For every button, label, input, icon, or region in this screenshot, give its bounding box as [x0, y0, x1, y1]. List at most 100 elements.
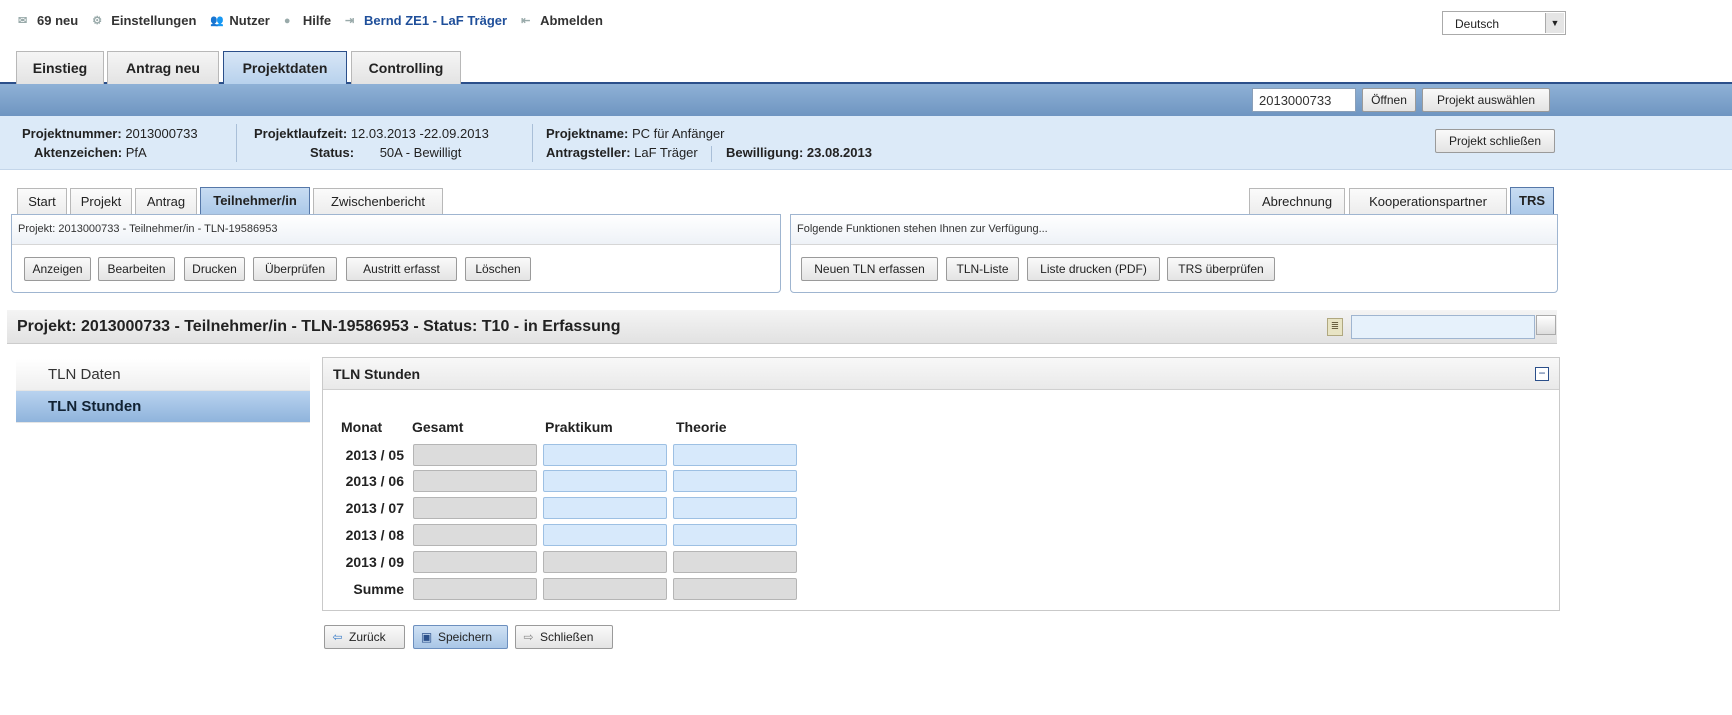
page-title: Projekt: 2013000733 - Teilnehmer/in - TL…: [17, 318, 621, 335]
praktikum-field[interactable]: [543, 444, 667, 466]
open-project-button[interactable]: Öffnen: [1362, 88, 1416, 112]
logout-link[interactable]: ⇤ Abmelden: [521, 13, 603, 28]
trs-check-button[interactable]: TRS überprüfen: [1167, 257, 1275, 281]
theorie-field[interactable]: [673, 524, 797, 546]
praktikum-field[interactable]: [543, 470, 667, 492]
tln-list-button[interactable]: TLN-Liste: [946, 257, 1019, 281]
login-icon: ⇥: [345, 14, 355, 27]
back-button[interactable]: ⇦ Zurück: [324, 625, 405, 649]
info-divider: [532, 124, 533, 162]
subtab-trs[interactable]: TRS: [1510, 187, 1554, 216]
top-utility-bar: ✉ 69 neu ⚙ Einstellungen 👥 Nutzer ● Hilfe ⇥ B…: [0, 0, 1732, 44]
sum-gesamt-field: [413, 578, 537, 600]
status-value: 50A - Bewilligt: [379, 145, 462, 160]
subtab-kooperationspartner[interactable]: Kooperationspartner: [1349, 188, 1507, 215]
col-header-theorie: Theorie: [676, 419, 727, 435]
info-col-name: Projektname: PC für Anfänger Antragstell…: [546, 124, 872, 162]
status-label: Status:: [310, 145, 355, 160]
anzeigen-button[interactable]: Anzeigen: [24, 257, 91, 281]
new-tln-button[interactable]: Neuen TLN erfassen: [801, 257, 938, 281]
austritt-erfasst-button[interactable]: Austritt erfasst: [346, 257, 457, 281]
subtab-abrechnung[interactable]: Abrechnung: [1249, 188, 1345, 215]
praktikum-field[interactable]: [543, 524, 667, 546]
info-divider: [711, 145, 713, 162]
row-label: 2013 / 05: [345, 447, 404, 463]
col-header-praktikum: Praktikum: [545, 419, 613, 435]
save-icon: ▣: [420, 630, 433, 644]
project-number-input[interactable]: 2013000733: [1252, 88, 1356, 112]
loeschen-button[interactable]: Löschen: [465, 257, 531, 281]
row-label: 2013 / 09: [345, 554, 404, 570]
participant-actions-panel: Projekt: 2013000733 - Teilnehmer/in - TL…: [11, 214, 781, 293]
close-doc-icon: ⇨: [523, 630, 534, 644]
save-label: Speichern: [438, 630, 493, 644]
mail-icon: ✉: [18, 14, 28, 27]
row-label: 2013 / 08: [345, 527, 404, 543]
gesamt-field: [413, 524, 537, 546]
tab-antrag-neu[interactable]: Antrag neu: [107, 51, 219, 84]
users-icon: 👥: [210, 14, 225, 27]
aktenzeichen-label: Aktenzeichen:: [34, 145, 123, 160]
help-link[interactable]: ● Hilfe: [284, 13, 331, 28]
close-project-button[interactable]: Projekt schließen: [1435, 129, 1555, 153]
help-icon: ●: [283, 14, 291, 27]
messages-link[interactable]: ✉ 69 neu: [18, 13, 78, 28]
users-link[interactable]: 👥 Nutzer: [210, 13, 269, 28]
save-button[interactable]: ▣ Speichern: [413, 625, 508, 649]
aktenzeichen-value: PfA: [125, 145, 147, 160]
note-icon[interactable]: ≣: [1327, 318, 1343, 336]
select-project-button[interactable]: Projekt auswählen: [1422, 88, 1550, 112]
subtab-zwischenbericht[interactable]: Zwischenbericht: [313, 188, 443, 215]
subtab-antrag[interactable]: Antrag: [135, 188, 197, 215]
col-header-monat: Monat: [341, 419, 383, 435]
theorie-field[interactable]: [673, 497, 797, 519]
praktikum-field[interactable]: [543, 497, 667, 519]
gear-icon: ⚙: [92, 14, 103, 27]
bearbeiten-button[interactable]: Bearbeiten: [98, 257, 175, 281]
gesamt-field: [413, 470, 537, 492]
settings-label: Einstellungen: [111, 13, 197, 28]
tab-projektdaten[interactable]: Projektdaten: [223, 51, 347, 86]
collapse-icon[interactable]: −: [1535, 367, 1549, 381]
projektname-label: Projektname:: [546, 126, 629, 141]
language-select[interactable]: Deutsch ▼: [1442, 11, 1566, 35]
nav-tln-daten[interactable]: TLN Daten: [16, 359, 310, 391]
subtab-teilnehmer[interactable]: Teilnehmer/in: [200, 187, 310, 216]
functions-panel-header: Folgende Funktionen stehen Ihnen zur Ver…: [791, 215, 1557, 245]
tab-einstieg[interactable]: Einstieg: [16, 51, 104, 84]
subtab-start[interactable]: Start: [17, 188, 67, 215]
info-col-number: Projektnummer: 2013000733 Aktenzeichen: …: [22, 124, 198, 162]
main-tabs: Einstieg Antrag neu Projektdaten Control…: [0, 44, 1732, 86]
theorie-field[interactable]: [673, 470, 797, 492]
close-button[interactable]: ⇨ Schließen: [515, 625, 613, 649]
title-search-input[interactable]: [1351, 315, 1535, 339]
col-header-gesamt: Gesamt: [412, 419, 464, 435]
language-value: Deutsch: [1455, 17, 1500, 31]
users-label: Nutzer: [229, 13, 270, 28]
gesamt-field: [413, 551, 537, 573]
bewilligung-value: 23.08.2013: [806, 145, 872, 160]
chevron-down-icon[interactable]: ▼: [1545, 13, 1564, 33]
tab-controlling[interactable]: Controlling: [351, 51, 461, 84]
info-col-runtime: Projektlaufzeit: 12.03.2013 -22.09.2013 …: [254, 124, 489, 162]
subtab-projekt[interactable]: Projekt: [70, 188, 132, 215]
settings-link[interactable]: ⚙ Einstellungen: [92, 13, 196, 28]
sum-row-label: Summe: [353, 581, 404, 597]
print-list-button[interactable]: Liste drucken (PDF): [1027, 257, 1160, 281]
current-user-link[interactable]: ⇥ Bernd ZE1 - LaF Träger: [345, 13, 507, 28]
logout-label: Abmelden: [540, 13, 603, 28]
drucken-button[interactable]: Drucken: [184, 257, 245, 281]
minimize-icon[interactable]: [1536, 315, 1556, 335]
back-label: Zurück: [349, 630, 386, 644]
laufzeit-value: 12.03.2013 -22.09.2013: [350, 126, 489, 141]
arrow-left-icon: ⇦: [332, 630, 343, 644]
ueberpruefen-button[interactable]: Überprüfen: [253, 257, 337, 281]
nav-tln-stunden[interactable]: TLN Stunden: [16, 391, 310, 423]
logout-icon: ⇤: [521, 14, 531, 27]
praktikum-field: [543, 551, 667, 573]
gesamt-field: [413, 497, 537, 519]
projektnummer-value: 2013000733: [125, 126, 198, 141]
theorie-field[interactable]: [673, 444, 797, 466]
theorie-field: [673, 551, 797, 573]
participant-panel-header: Projekt: 2013000733 - Teilnehmer/in - TL…: [12, 215, 780, 245]
